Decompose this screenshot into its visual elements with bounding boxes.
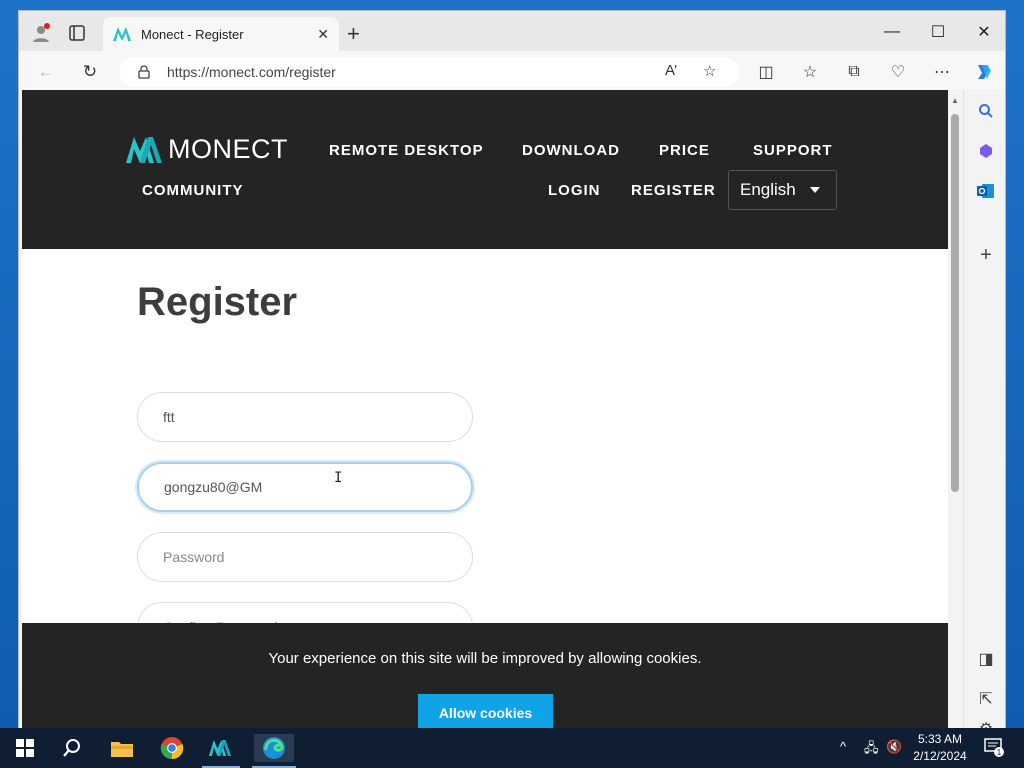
url-text: https://monect.com/register: [167, 64, 336, 80]
open-external-icon[interactable]: ⇱: [975, 688, 997, 710]
cookie-message: Your experience on this site will be imp…: [268, 650, 702, 667]
nav-register[interactable]: REGISTER: [631, 182, 716, 199]
notification-icon[interactable]: 1: [984, 737, 1004, 760]
outlook-icon[interactable]: [975, 180, 997, 202]
nav-remote-desktop[interactable]: REMOTE DESKTOP: [329, 142, 484, 159]
network-icon[interactable]: 🖧: [864, 739, 879, 761]
chevron-down-icon: [809, 187, 820, 193]
monect-favicon-icon: [113, 27, 131, 41]
logo-text: MONECT: [168, 134, 288, 164]
nav-community[interactable]: COMMUNITY: [142, 182, 244, 199]
tab-monect-register[interactable]: Monect - Register ✕: [103, 17, 339, 51]
add-sidebar-icon[interactable]: +: [975, 244, 997, 266]
volume-muted-icon[interactable]: 🔇: [886, 739, 902, 755]
nav-price[interactable]: PRICE: [659, 142, 710, 159]
username-field[interactable]: [137, 392, 473, 442]
cookie-banner: Your experience on this site will be imp…: [22, 623, 948, 729]
edge-sidebar: + ◨ ⇱ ⚙: [963, 90, 1005, 729]
close-window-icon[interactable]: ✕: [961, 17, 1005, 47]
file-explorer-icon[interactable]: [107, 734, 137, 762]
favorites-icon[interactable]: ☆: [799, 61, 821, 83]
browser-window: Monect - Register ✕ + — ☐ ✕ ← ↻ https://…: [18, 10, 1006, 730]
minimize-icon[interactable]: —: [869, 17, 915, 47]
page-viewport: MONECT REMOTE DESKTOP DOWNLOAD PRICE SUP…: [22, 90, 948, 729]
notification-count: 1: [997, 748, 1002, 757]
copilot-icon[interactable]: [973, 61, 995, 83]
password-field[interactable]: [137, 532, 473, 582]
text-cursor-icon: I: [334, 470, 343, 486]
tab-title: Monect - Register: [141, 26, 244, 42]
read-aloud-icon[interactable]: A’: [665, 62, 677, 79]
more-options-icon[interactable]: ⋯: [931, 61, 953, 83]
language-value: English: [740, 180, 796, 199]
sidebar-toggle-icon[interactable]: ◨: [975, 648, 997, 670]
monect-logo[interactable]: MONECT: [126, 134, 288, 165]
search-taskbar-icon[interactable]: [57, 734, 87, 762]
address-bar-row: ← ↻ https://monect.com/register A’ ☆ ◫ ☆…: [19, 51, 1005, 91]
monect-taskbar-icon[interactable]: [205, 734, 235, 762]
favorite-star-icon[interactable]: ☆: [703, 62, 716, 80]
nav-download[interactable]: DOWNLOAD: [522, 142, 620, 159]
clock-date: 2/12/2024: [913, 749, 967, 763]
scroll-up-icon[interactable]: ▲: [951, 96, 959, 105]
page-title: Register: [137, 280, 298, 324]
allow-cookies-button[interactable]: Allow cookies: [418, 694, 553, 729]
refresh-icon[interactable]: ↻: [77, 59, 103, 85]
close-tab-icon[interactable]: ✕: [317, 26, 329, 43]
nav-login[interactable]: LOGIN: [548, 182, 601, 199]
split-screen-icon[interactable]: ◫: [755, 61, 777, 83]
chevron-up-icon[interactable]: ^: [840, 739, 846, 754]
scroll-thumb[interactable]: [951, 114, 959, 492]
collections-icon[interactable]: ⧉: [843, 61, 865, 83]
new-tab-icon[interactable]: +: [347, 23, 360, 45]
edge-taskbar-icon[interactable]: [254, 734, 294, 762]
nav-support[interactable]: SUPPORT: [753, 142, 833, 159]
monect-logo-icon: [126, 136, 162, 163]
clock-time: 5:33 AM: [917, 732, 963, 746]
title-bar: Monect - Register ✕ + — ☐ ✕: [19, 11, 1005, 51]
email-field[interactable]: [137, 462, 473, 512]
start-windows-icon[interactable]: [10, 734, 40, 762]
search-icon[interactable]: [975, 100, 997, 122]
copilot-sidebar-icon[interactable]: [975, 140, 997, 162]
tab-actions-icon[interactable]: [63, 19, 91, 47]
lock-icon: [138, 65, 150, 79]
language-select[interactable]: English: [728, 170, 837, 210]
maximize-icon[interactable]: ☐: [915, 17, 961, 47]
profile-icon[interactable]: [27, 19, 55, 47]
page-scrollbar[interactable]: ▲: [948, 90, 962, 729]
back-icon[interactable]: ←: [33, 59, 59, 85]
taskbar: ^ 🖧 🔇 5:33 AM 2/12/2024 1: [0, 728, 1024, 768]
site-header: MONECT REMOTE DESKTOP DOWNLOAD PRICE SUP…: [22, 90, 948, 249]
system-clock[interactable]: 5:33 AM 2/12/2024: [905, 731, 975, 765]
address-bar[interactable]: https://monect.com/register A’ ☆: [119, 57, 739, 87]
browser-essentials-icon[interactable]: ♡: [887, 61, 909, 83]
chrome-icon[interactable]: [157, 734, 187, 762]
